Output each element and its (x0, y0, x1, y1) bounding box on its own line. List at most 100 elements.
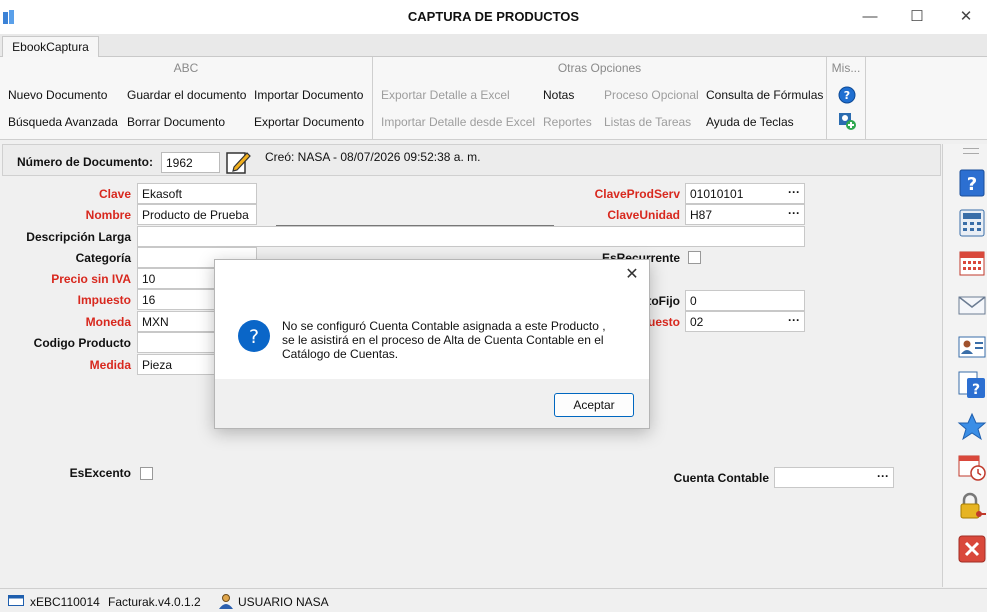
title-bar: CAPTURA DE PRODUCTOS — ☐ ✕ (0, 0, 987, 34)
notas-button[interactable]: Notas (543, 88, 574, 102)
help-icon[interactable]: ? (837, 85, 857, 105)
proceso-opcional-button[interactable]: Proceso Opcional (604, 88, 699, 102)
close-window-button[interactable]: ✕ (946, 4, 986, 30)
status-version: Facturak.v4.0.1.2 (108, 595, 201, 609)
dialog-message-line-1: No se configuró Cuenta Contable asignada… (282, 319, 606, 333)
group-title-mis: Mis... (831, 61, 861, 75)
lock-key-icon[interactable] (957, 492, 987, 522)
calendar-clock-icon[interactable] (957, 452, 987, 482)
claveunidad-value: H87 (690, 208, 713, 222)
svg-text:?: ? (967, 174, 977, 195)
claveprodserv-label: ClaveProdServ (594, 187, 680, 201)
moneda-label: Moneda (85, 315, 131, 329)
dialog-message-line-3: Catálogo de Cuentas. (282, 347, 399, 361)
borrar-documento-button[interactable]: Borrar Documento (127, 115, 225, 129)
star-icon[interactable] (957, 412, 987, 442)
esrecurrente-checkbox[interactable] (688, 251, 701, 264)
medida-field[interactable]: Pieza (137, 354, 217, 375)
cuenta-contable-label: Cuenta Contable (673, 471, 769, 485)
clave-label: Clave (98, 187, 131, 201)
question-icon[interactable]: ? (957, 168, 987, 198)
nombre-label: Nombre (85, 208, 131, 222)
tofijo-label: toFijo (647, 294, 680, 308)
precio-label: Precio sin IVA (51, 272, 131, 286)
group-abc: ABC Nuevo Documento Guardar el documento… (0, 57, 373, 139)
uesto-label: uesto (647, 315, 680, 329)
precio-field[interactable]: 10 (137, 268, 217, 289)
document-number-field[interactable]: 1962 (161, 152, 220, 173)
ayuda-teclas-button[interactable]: Ayuda de Teclas (706, 115, 794, 129)
categoria-label: Categoría (75, 251, 131, 265)
right-toolbar: ? ? (942, 144, 987, 587)
uesto-lookup-button[interactable]: ··· (788, 313, 800, 327)
group-title-otras: Otras Opciones (557, 61, 642, 75)
impuesto-label: Impuesto (77, 293, 131, 307)
codigo-producto-field[interactable] (137, 332, 217, 353)
message-dialog: ✕ ? No se configuró Cuenta Contable asig… (214, 259, 650, 429)
group-mis: Mis... ? (827, 57, 866, 139)
consulta-formulas-button[interactable]: Consulta de Fórmulas (706, 88, 823, 102)
mail-icon[interactable] (957, 290, 987, 320)
edit-pencil-icon[interactable] (225, 149, 251, 175)
reportes-button[interactable]: Reportes (543, 115, 592, 129)
descripcion-label: Descripción Larga (26, 230, 131, 244)
importar-excel-button[interactable]: Importar Detalle desde Excel (381, 115, 535, 129)
calendar-icon[interactable] (957, 248, 987, 278)
claveunidad-label: ClaveUnidad (607, 208, 680, 222)
ribbon: ABC Nuevo Documento Guardar el documento… (0, 57, 987, 140)
delete-x-icon[interactable] (957, 534, 987, 564)
dialog-message-line-2: se le asistirá en el proceso de Alta de … (282, 333, 604, 347)
guardar-documento-button[interactable]: Guardar el documento (127, 88, 246, 102)
cuenta-contable-field[interactable]: ··· (774, 467, 894, 488)
nombre-field[interactable]: Producto de Prueba (137, 204, 257, 225)
dialog-close-button[interactable]: ✕ (623, 266, 641, 284)
status-user: USUARIO NASA (238, 595, 329, 609)
claveunidad-field[interactable]: H87 ··· (685, 204, 805, 225)
svg-text:?: ? (249, 326, 259, 348)
impuesto-field[interactable]: 16 (137, 289, 217, 310)
maximize-button[interactable]: ☐ (897, 4, 937, 30)
status-code: xEBC110014 (30, 595, 100, 609)
claveunidad-lookup-button[interactable]: ··· (788, 206, 800, 220)
codigo-producto-label: Codigo Producto (33, 336, 131, 350)
listas-tareas-button[interactable]: Listas de Tareas (604, 115, 691, 129)
moneda-field[interactable]: MXN (137, 311, 217, 332)
esexcento-label: EsExcento (69, 466, 131, 480)
importar-documento-button[interactable]: Importar Documento (254, 88, 363, 102)
document-bar: Número de Documento: 1962 Creó: NASA - 0… (2, 144, 941, 176)
window-title: CAPTURA DE PRODUCTOS (407, 9, 580, 24)
minimize-button[interactable]: — (850, 4, 890, 30)
exportar-documento-button[interactable]: Exportar Documento (254, 115, 364, 129)
descripcion-field[interactable] (137, 226, 805, 247)
aceptar-button[interactable]: Aceptar (554, 393, 634, 417)
toolbar-grip[interactable] (963, 148, 979, 154)
busqueda-avanzada-button[interactable]: Búsqueda Avanzada (8, 115, 118, 129)
cuenta-contable-lookup-button[interactable]: ··· (877, 469, 889, 483)
calculator-icon[interactable] (957, 208, 987, 238)
document-number-label: Número de Documento: (17, 155, 154, 169)
svg-text:?: ? (844, 89, 850, 102)
uesto-field[interactable]: 02 ··· (685, 311, 805, 332)
claveprodserv-field[interactable]: 01010101 ··· (685, 183, 805, 204)
user-add-icon[interactable] (837, 111, 857, 131)
tab-ebookcaptura[interactable]: EbookCaptura (2, 36, 99, 58)
claveprodserv-lookup-button[interactable]: ··· (788, 185, 800, 199)
group-title-abc: ABC (173, 61, 199, 75)
svg-text:?: ? (972, 382, 980, 398)
status-bar: xEBC110014 Facturak.v4.0.1.2 USUARIO NAS… (0, 588, 987, 612)
dialog-message: No se configuró Cuenta Contable asignada… (282, 319, 632, 361)
tab-strip: EbookCaptura (0, 34, 987, 58)
esexcento-checkbox[interactable] (140, 467, 153, 480)
group-otras-opciones: Otras Opciones Exportar Detalle a Excel … (373, 57, 827, 139)
clave-field[interactable]: Ekasoft (137, 183, 257, 204)
contact-card-icon[interactable] (957, 332, 987, 362)
help-document-icon[interactable]: ? (957, 370, 987, 400)
claveprodserv-value: 01010101 (690, 187, 744, 201)
dialog-footer: Aceptar (215, 379, 649, 428)
monitor-icon (8, 595, 24, 606)
tofijo-field[interactable]: 0 (685, 290, 805, 311)
exportar-excel-button[interactable]: Exportar Detalle a Excel (381, 88, 510, 102)
uesto-value: 02 (690, 315, 704, 329)
user-icon (219, 594, 233, 609)
nuevo-documento-button[interactable]: Nuevo Documento (8, 88, 107, 102)
